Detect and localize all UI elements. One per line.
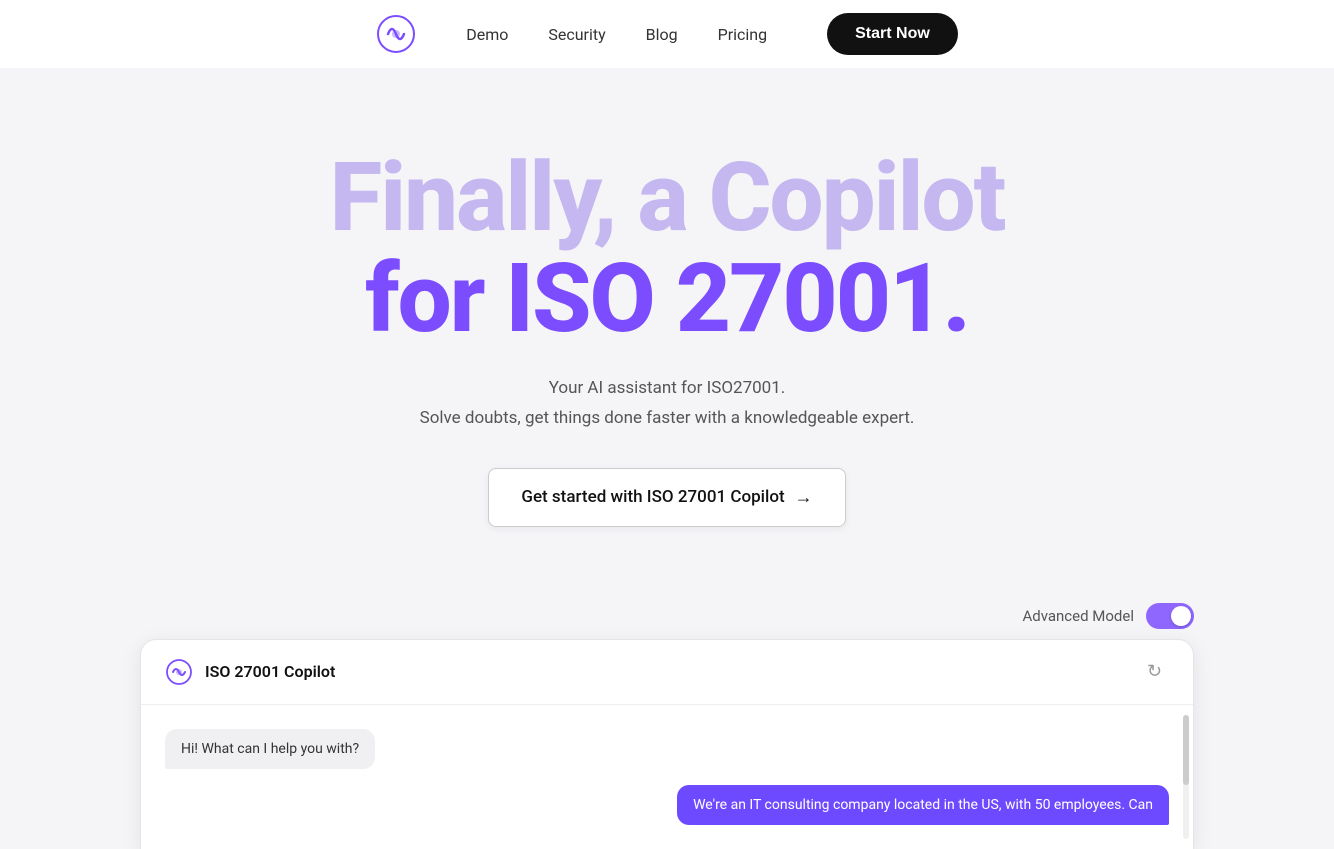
advanced-model-toggle[interactable]	[1146, 603, 1194, 629]
advanced-model-bar: Advanced Model	[140, 587, 1194, 639]
scrollbar-thumb	[1183, 715, 1189, 785]
hero-cta-button[interactable]: Get started with ISO 27001 Copilot →	[488, 468, 845, 527]
bot-message: Hi! What can I help you with?	[165, 729, 375, 769]
refresh-icon[interactable]: ↻	[1147, 661, 1169, 683]
chat-title: ISO 27001 Copilot	[205, 662, 335, 681]
user-message: We're an IT consulting company located i…	[677, 785, 1169, 825]
hero-cta-label: Get started with ISO 27001 Copilot	[521, 487, 784, 507]
nav-blog[interactable]: Blog	[646, 25, 678, 44]
hero-title-line1: Finally, a Copilot	[330, 148, 1005, 249]
logo[interactable]	[376, 14, 416, 54]
navbar: Demo Security Blog Pricing Start Now	[0, 0, 1334, 68]
nav-demo[interactable]: Demo	[466, 25, 508, 44]
chat-header: ISO 27001 Copilot ↻	[141, 640, 1193, 705]
hero-subtitle1: Your AI assistant for ISO27001.	[549, 378, 786, 398]
nav-pricing[interactable]: Pricing	[718, 25, 768, 44]
chat-header-left: ISO 27001 Copilot	[165, 658, 335, 686]
nav-security[interactable]: Security	[548, 25, 605, 44]
toggle-thumb	[1171, 606, 1191, 626]
chat-messages: Hi! What can I help you with? We're an I…	[141, 705, 1193, 849]
arrow-icon: →	[795, 487, 813, 508]
hero-subtitle2: Solve doubts, get things done faster wit…	[420, 408, 915, 428]
chat-scrollbar[interactable]	[1183, 715, 1189, 839]
hero-section: Finally, a Copilot for ISO 27001. Your A…	[0, 68, 1334, 587]
hero-title-line2: for ISO 27001.	[330, 249, 1005, 350]
chat-container: ISO 27001 Copilot ↻ Hi! What can I help …	[140, 639, 1194, 849]
hero-title: Finally, a Copilot for ISO 27001.	[330, 148, 1005, 350]
chat-logo-icon	[165, 658, 193, 686]
advanced-model-label: Advanced Model	[1022, 607, 1134, 625]
chat-section: Advanced Model ISO 27001 Copilot ↻ Hi! W…	[0, 587, 1334, 849]
nav-start-now-button[interactable]: Start Now	[827, 13, 958, 55]
